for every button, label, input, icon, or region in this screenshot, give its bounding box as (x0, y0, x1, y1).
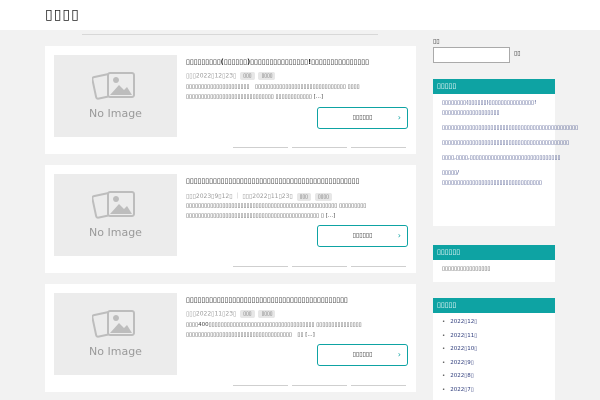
search-input[interactable] (433, 47, 510, 63)
post-excerpt: ▯▯▯▯▯▯▯▯▯▯▯▯▯▯▯▯▯▯▯▯▯▯▯▯▯▯▯▯▯▯▯▯▯▯▯▯▯▯▯▯… (186, 201, 409, 221)
excerpt-line: ▯▯▯▯▯▯▯▯▯▯▯▯▯▯▯▯▯▯▯▯▯▯▯▯▯▯▯▯▯▯▯▯▯▯▯▯▯▯▯▯… (186, 203, 367, 209)
read-more-button[interactable]: ▯▯▯▯▯▯ › (317, 107, 408, 129)
post-date: ▯▯▯2022▯12▯23▯ (186, 72, 237, 80)
recent-post-link[interactable]: ▯▯▯▯,▯▯▯▯,▯▯▯▯▯▯▯▯▯▯▯▯▯▯▯▯▯▯▯▯▯▯▯▯▯▯▯▯▯▯ (442, 153, 561, 163)
site-header: ▯▯▯▯ (0, 0, 600, 30)
read-more-button[interactable]: ▯▯▯▯▯▯ › (317, 225, 408, 247)
no-image-label: No Image (89, 226, 142, 239)
no-comments-text: ▯▯▯▯▯▯▯▯▯▯▯▯▯▯▯▯ (442, 266, 491, 272)
card-divider (233, 266, 406, 267)
category-tag[interactable]: ▯▯▯▯ (258, 72, 276, 80)
category-tag[interactable]: ▯▯▯▯ (314, 192, 332, 201)
widget-title: ▯▯▯▯▯ (433, 298, 555, 313)
category-tag[interactable]: ▯▯▯▯ (258, 310, 276, 318)
post-thumbnail[interactable]: No Image (54, 293, 177, 375)
read-more-label: ▯▯▯▯▯▯ (352, 351, 373, 358)
post-title[interactable]: ▯▯▯▯▯▯▯▯▯(▯▯▯▯▯▯)▯▯▯▯▯▯▯▯▯▯▯▯▯▯▯!▯▯▯▯▯▯▯… (186, 58, 410, 66)
recent-post-link[interactable]: ▯▯▯▯▯/▯▯▯▯▯▯▯▯▯▯▯▯▯▯▯▯▯▯▯▯▯▯▯▯▯▯▯▯▯▯▯▯▯ (442, 168, 547, 188)
post-date: ▯▯▯2022▯11▯23▯ (186, 310, 237, 318)
post-meta: ▯▯▯2022▯12▯23▯ ▯▯▯ ▯▯▯▯ (186, 72, 276, 80)
archive-link[interactable]: 2022▯12▯ (442, 317, 547, 327)
post-meta: ▯▯▯2023▯9▯12▯ ｜ ▯▯▯2022▯11▯23▯ ▯▯▯ ▯▯▯▯ (186, 191, 332, 201)
post-excerpt: ▯▯▯▯400▯▯▯▯▯▯▯▯▯▯▯▯▯▯▯▯▯▯▯▯▯▯▯▯▯▯▯▯▯▯▯▯▯… (186, 320, 409, 340)
image-placeholder-icon (92, 191, 135, 219)
excerpt-line: ▯▯▯▯▯▯▯▯▯▯▯▯▯▯▯▯▯▯▯▯▯▯▯▯▯▯▯▯▯▯▯▯▯▯▯▯▯▯▯▯… (186, 213, 336, 219)
post-card: No Image ▯▯▯▯▯▯▯▯▯▯▯▯▯▯▯▯▯▯▯▯▯▯▯▯▯▯▯▯▯▯▯… (45, 165, 416, 273)
chevron-right-icon: › (397, 231, 401, 240)
recent-post-link[interactable]: ▯▯▯▯▯▯▯▯(▯▯▯▯▯▯)▯▯▯▯▯▯▯▯▯▯▯▯▯▯▯!▯▯▯▯▯▯▯▯… (442, 98, 547, 118)
no-image-label: No Image (89, 107, 142, 120)
post-card: No Image ▯▯▯▯▯▯▯▯▯▯▯▯▯▯▯▯▯▯▯▯▯▯▯▯▯▯▯▯▯▯▯… (45, 284, 416, 392)
nav-divider (82, 34, 378, 35)
archives-widget: ▯▯▯▯▯ 2022▯12▯ 2022▯11▯ 2022▯10▯ 2022▯9▯… (433, 298, 555, 400)
card-divider (233, 385, 406, 386)
recent-post-link[interactable]: ▯▯▯▯▯▯▯▯▯▯▯▯▯▯▯▯▯▯▯▯▯▯▯▯▯▯▯▯▯▯▯▯▯▯▯▯▯▯▯▯… (442, 138, 569, 148)
recent-post-link[interactable]: ▯▯▯▯▯▯▯▯▯▯▯▯▯▯▯▯▯▯▯▯▯▯▯▯▯▯▯▯▯▯▯▯▯▯▯▯▯▯▯▯… (442, 123, 578, 133)
no-image-label: No Image (89, 345, 142, 358)
chevron-right-icon: › (397, 350, 401, 359)
post-thumbnail[interactable]: No Image (54, 55, 177, 137)
post-excerpt: ▯▯▯▯▯▯▯▯▯▯▯▯▯▯▯▯▯▯▯▯▯ ▯▯▯▯▯▯▯▯▯▯▯▯▯▯▯▯▯▯… (186, 82, 409, 102)
post-title[interactable]: ▯▯▯▯▯▯▯▯▯▯▯▯▯▯▯▯▯▯▯▯▯▯▯▯▯▯▯▯▯▯▯▯▯▯▯▯▯▯▯▯… (186, 296, 410, 304)
archives-list: 2022▯12▯ 2022▯11▯ 2022▯10▯ 2022▯9▯ 2022▯… (433, 313, 555, 400)
image-placeholder-icon (92, 310, 135, 338)
card-divider (233, 147, 406, 148)
post-meta: ▯▯▯2022▯11▯23▯ ▯▯▯ ▯▯▯▯ (186, 310, 276, 318)
post-date: ▯▯▯2023▯9▯12▯ ｜ ▯▯▯2022▯11▯23▯ (186, 193, 293, 200)
excerpt-line: ▯▯▯▯▯▯▯▯▯▯▯▯▯▯▯▯▯▯▯▯▯▯▯▯▯▯▯▯▯ ▯▯▯▯▯▯▯▯▯▯… (186, 94, 324, 100)
search-label: ▯▯ (433, 38, 440, 45)
archive-link[interactable]: 2022▯9▯ (442, 358, 547, 368)
read-more-label: ▯▯▯▯▯▯ (352, 114, 373, 121)
category-tag[interactable]: ▯▯▯ (240, 310, 255, 318)
category-tag[interactable]: ▯▯▯ (296, 192, 311, 201)
archive-link[interactable]: 2022▯7▯ (442, 385, 547, 395)
archive-link[interactable]: 2022▯11▯ (442, 331, 547, 341)
search-button[interactable]: ▯▯ (514, 50, 521, 57)
recent-posts-list: ▯▯▯▯▯▯▯▯(▯▯▯▯▯▯)▯▯▯▯▯▯▯▯▯▯▯▯▯▯▯!▯▯▯▯▯▯▯▯… (433, 94, 578, 197)
excerpt-line: ▯▯▯▯400▯▯▯▯▯▯▯▯▯▯▯▯▯▯▯▯▯▯▯▯▯▯▯▯▯▯▯▯▯▯▯▯▯… (186, 322, 362, 328)
post-thumbnail[interactable]: No Image (54, 174, 177, 256)
category-tag[interactable]: ▯▯▯ (240, 72, 255, 80)
chevron-right-icon: › (397, 113, 401, 122)
read-more-label: ▯▯▯▯▯▯ (352, 232, 373, 239)
archive-link[interactable]: 2022▯10▯ (442, 344, 547, 354)
image-placeholder-icon (92, 72, 135, 100)
excerpt-line: ▯▯▯▯▯▯▯▯▯▯▯▯▯▯▯▯▯▯▯▯▯▯▯▯▯▯▯▯▯▯▯▯▯▯▯ ▯▯ [… (186, 332, 315, 338)
excerpt-line: ▯▯▯▯▯▯▯▯▯▯▯▯▯▯▯▯▯▯▯▯▯ ▯▯▯▯▯▯▯▯▯▯▯▯▯▯▯▯▯▯… (186, 84, 360, 90)
archive-link[interactable]: 2022▯8▯ (442, 371, 547, 381)
recent-comments-widget: ▯▯▯▯▯▯ ▯▯▯▯▯▯▯▯▯▯▯▯▯▯▯▯ (433, 245, 555, 282)
comments-list: ▯▯▯▯▯▯▯▯▯▯▯▯▯▯▯▯ (433, 260, 555, 278)
widget-title: ▯▯▯▯▯ (433, 79, 555, 94)
widget-title: ▯▯▯▯▯▯ (433, 245, 555, 260)
site-title[interactable]: ▯▯▯▯ (45, 7, 80, 23)
recent-posts-widget: ▯▯▯▯▯ ▯▯▯▯▯▯▯▯(▯▯▯▯▯▯)▯▯▯▯▯▯▯▯▯▯▯▯▯▯▯!▯▯… (433, 79, 578, 226)
post-card: No Image ▯▯▯▯▯▯▯▯▯(▯▯▯▯▯▯)▯▯▯▯▯▯▯▯▯▯▯▯▯▯… (45, 46, 416, 154)
post-title[interactable]: ▯▯▯▯▯▯▯▯▯▯▯▯▯▯▯▯▯▯▯▯▯▯▯▯▯▯▯▯▯▯▯▯▯▯▯▯▯▯▯▯… (186, 177, 410, 185)
read-more-button[interactable]: ▯▯▯▯▯▯ › (317, 344, 408, 366)
